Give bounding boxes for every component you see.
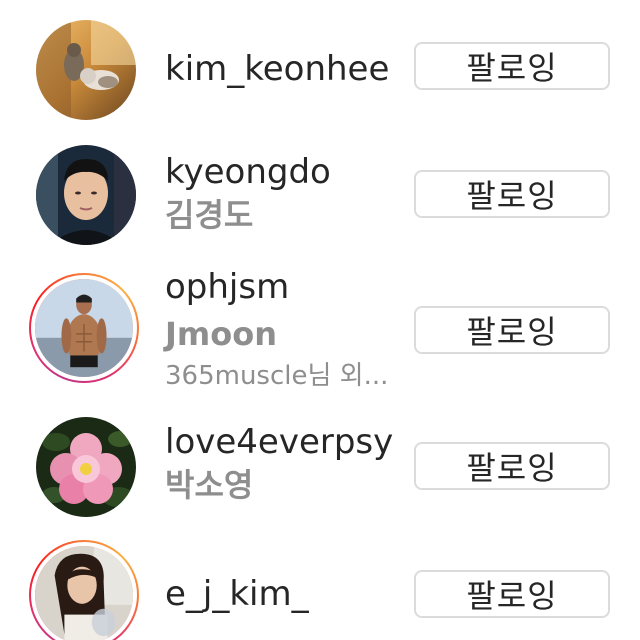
avatar-image xyxy=(36,20,136,120)
username[interactable]: e_j_kim_ xyxy=(165,574,405,614)
following-button[interactable]: 팔로잉 xyxy=(414,42,610,90)
following-button[interactable]: 팔로잉 xyxy=(414,170,610,218)
list-item[interactable]: kim_keonhee 팔로잉 xyxy=(0,0,640,140)
list-item[interactable]: love4everpsy 박소영 팔로잉 xyxy=(0,410,640,535)
list-item[interactable]: ophjsm Jmoon 365muscle님 외... 팔로잉 xyxy=(0,265,640,410)
list-item[interactable]: kyeongdo 김경도 팔로잉 xyxy=(0,140,640,265)
list-item[interactable]: e_j_kim_ 팔로잉 xyxy=(0,535,640,640)
man-portrait-icon xyxy=(36,145,136,245)
full-name: 박소영 xyxy=(165,466,254,504)
avatar-image xyxy=(35,546,133,640)
username[interactable]: kim_keonhee xyxy=(165,49,405,89)
pink-flower-icon xyxy=(36,417,136,517)
full-name: 김경도 xyxy=(165,196,254,234)
avatar-story-ring[interactable] xyxy=(29,273,139,383)
username[interactable]: love4everpsy xyxy=(165,422,405,462)
avatar-image xyxy=(36,145,136,245)
mutual-followers: 365muscle님 외... xyxy=(165,361,389,391)
following-button[interactable]: 팔로잉 xyxy=(414,570,610,618)
full-name: Jmoon xyxy=(165,315,277,353)
cats-photo-icon xyxy=(36,20,136,120)
avatar[interactable] xyxy=(36,20,136,120)
following-button[interactable]: 팔로잉 xyxy=(414,442,610,490)
avatar[interactable] xyxy=(36,417,136,517)
avatar-image xyxy=(36,417,136,517)
avatar-story-ring[interactable] xyxy=(29,540,139,640)
following-button[interactable]: 팔로잉 xyxy=(414,306,610,354)
username[interactable]: ophjsm xyxy=(165,267,405,307)
fitness-model-icon xyxy=(35,279,133,377)
woman-portrait-icon xyxy=(35,546,133,640)
following-list: kim_keonhee 팔로잉 kyeongdo 김경도 팔로잉 ophjsm … xyxy=(0,0,640,640)
avatar[interactable] xyxy=(36,145,136,245)
avatar-image xyxy=(35,279,133,377)
username[interactable]: kyeongdo xyxy=(165,152,405,192)
